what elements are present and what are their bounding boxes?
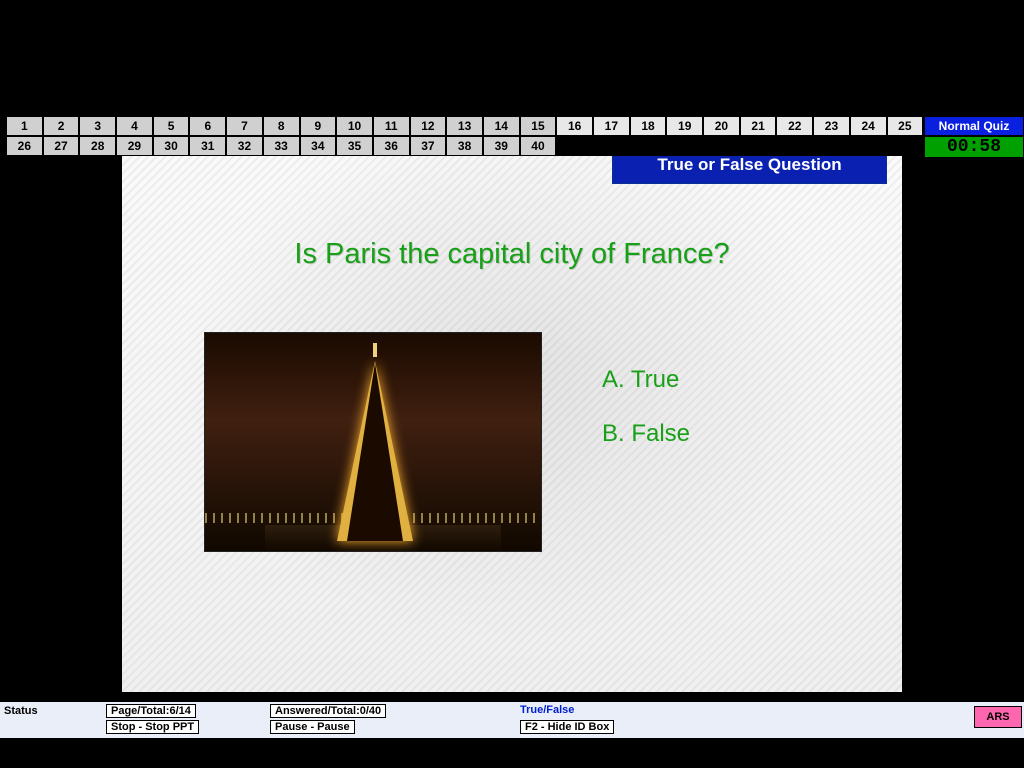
question-cell-34[interactable]: 34: [300, 136, 337, 156]
question-cell-31[interactable]: 31: [189, 136, 226, 156]
question-cell-8[interactable]: 8: [263, 116, 300, 136]
question-cell-27[interactable]: 27: [43, 136, 80, 156]
question-cell-11[interactable]: 11: [373, 116, 410, 136]
answer-a[interactable]: A. True: [602, 356, 690, 404]
question-cell-35[interactable]: 35: [336, 136, 373, 156]
ars-badge[interactable]: ARS: [974, 706, 1022, 728]
question-cell-2[interactable]: 2: [43, 116, 80, 136]
question-cell-17[interactable]: 17: [593, 116, 630, 136]
question-image: [204, 332, 542, 552]
status-bar: Status Page/Total:6/14 Stop - Stop PPT A…: [0, 702, 1024, 738]
question-cell-23[interactable]: 23: [813, 116, 850, 136]
question-cell-26[interactable]: 26: [6, 136, 43, 156]
answered-total-button[interactable]: Answered/Total:0/40: [270, 704, 386, 718]
question-cell-9[interactable]: 9: [300, 116, 337, 136]
question-cell-36[interactable]: 36: [373, 136, 410, 156]
question-cell-24[interactable]: 24: [850, 116, 887, 136]
question-cell-22[interactable]: 22: [776, 116, 813, 136]
question-cell-33[interactable]: 33: [263, 136, 300, 156]
question-cell-21[interactable]: 21: [740, 116, 777, 136]
question-cell-5[interactable]: 5: [153, 116, 190, 136]
question-cell-18[interactable]: 18: [630, 116, 667, 136]
question-cell-32[interactable]: 32: [226, 136, 263, 156]
question-cell-10[interactable]: 10: [336, 116, 373, 136]
question-cell-14[interactable]: 14: [483, 116, 520, 136]
question-cell-29[interactable]: 29: [116, 136, 153, 156]
question-cell-12[interactable]: 12: [410, 116, 447, 136]
stop-button[interactable]: Stop - Stop PPT: [106, 720, 199, 734]
question-cell-16[interactable]: 16: [556, 116, 593, 136]
question-cell-4[interactable]: 4: [116, 116, 153, 136]
question-text: Is Paris the capital city of France?: [122, 238, 902, 271]
question-cell-7[interactable]: 7: [226, 116, 263, 136]
question-cell-40[interactable]: 40: [520, 136, 557, 156]
pause-button[interactable]: Pause - Pause: [270, 720, 355, 734]
hide-id-button[interactable]: F2 - Hide ID Box: [520, 720, 614, 734]
question-type-link[interactable]: True/False: [520, 704, 574, 716]
question-cell-38[interactable]: 38: [446, 136, 483, 156]
question-cell-1[interactable]: 1: [6, 116, 43, 136]
question-grid: 1234567891011121314151617181920212223242…: [6, 116, 924, 156]
question-cell-6[interactable]: 6: [189, 116, 226, 136]
question-cell-19[interactable]: 19: [666, 116, 703, 136]
question-cell-25[interactable]: 25: [887, 116, 924, 136]
question-cell-30[interactable]: 30: [153, 136, 190, 156]
answers-block: A. True B. False: [602, 356, 690, 464]
question-cell-37[interactable]: 37: [410, 136, 447, 156]
question-cell-13[interactable]: 13: [446, 116, 483, 136]
question-cell-15[interactable]: 15: [520, 116, 557, 136]
question-cell-3[interactable]: 3: [79, 116, 116, 136]
timer-display: 00:58: [924, 136, 1024, 158]
question-cell-20[interactable]: 20: [703, 116, 740, 136]
question-cell-39[interactable]: 39: [483, 136, 520, 156]
page-total-button[interactable]: Page/Total:6/14: [106, 704, 196, 718]
question-cell-28[interactable]: 28: [79, 136, 116, 156]
quiz-mode-badge: Normal Quiz: [924, 116, 1024, 136]
status-label: Status: [4, 705, 38, 717]
question-type-banner: True or False Question: [612, 156, 887, 184]
slide-area: True or False Question Is Paris the capi…: [122, 156, 902, 692]
answer-b[interactable]: B. False: [602, 410, 690, 458]
